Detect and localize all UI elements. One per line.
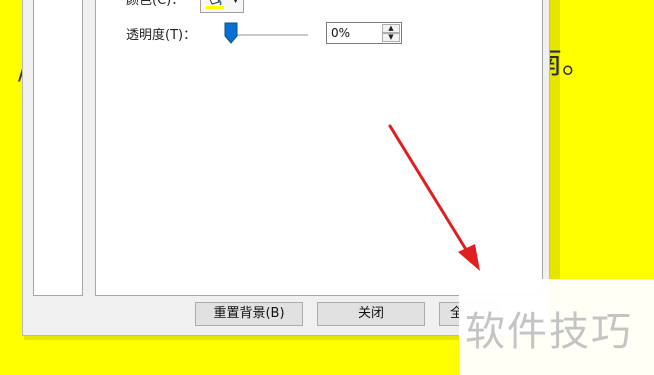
transparency-label: 透明度(T)： [126, 28, 197, 43]
color-picker-button[interactable]: ▼ [200, 0, 244, 13]
watermark: 软件技巧 [459, 279, 654, 375]
chevron-down-icon: ▼ [232, 0, 239, 5]
category-list-pane[interactable] [33, 0, 83, 296]
spin-up-button[interactable]: ▲ [382, 24, 400, 33]
annotation-arrow [388, 124, 480, 271]
color-label: 颜色(C)： [126, 0, 185, 8]
close-button[interactable]: 关闭 [317, 302, 425, 326]
transparency-spinbox[interactable]: 0% ▲ ▼ [326, 22, 402, 44]
transparency-value[interactable]: 0% [331, 26, 350, 40]
watermark-text: 软件技巧 [465, 309, 633, 355]
reset-background-button[interactable]: 重置背景(B) [195, 302, 303, 326]
spin-down-button[interactable]: ▼ [382, 33, 400, 42]
transparency-slider-thumb[interactable] [224, 22, 238, 44]
transparency-slider-track[interactable] [232, 34, 308, 36]
paint-bucket-icon [206, 0, 224, 9]
